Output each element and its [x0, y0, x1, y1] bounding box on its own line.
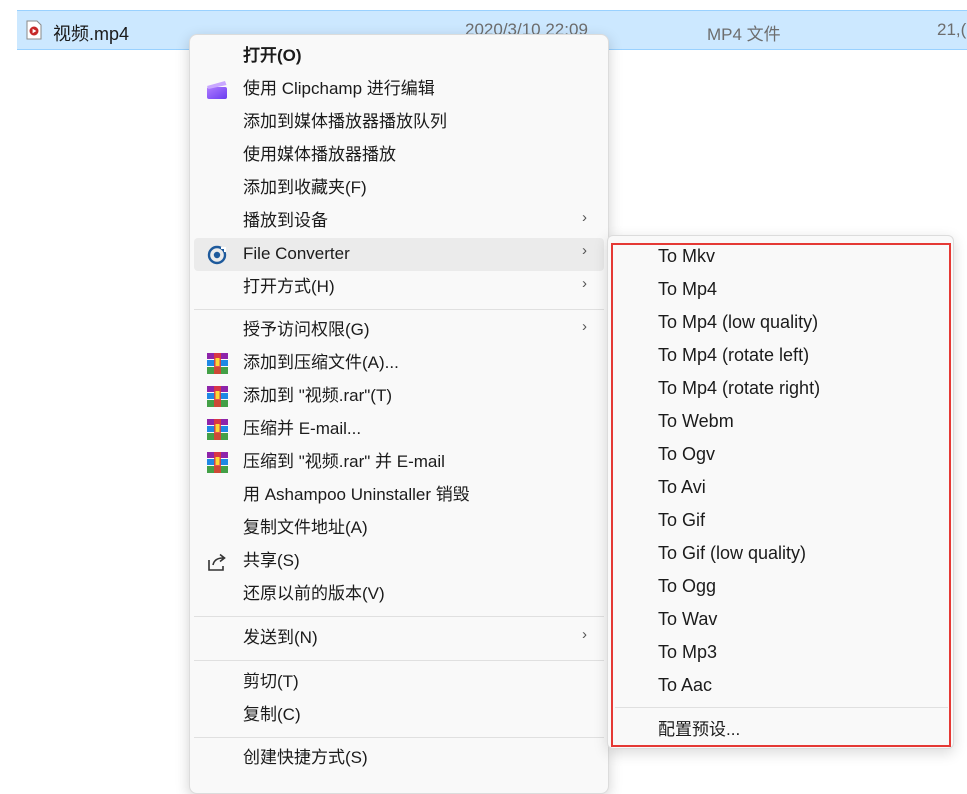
menu-item-label: 授予访问权限(G) [243, 320, 370, 339]
menu-item-add-to-play-queue[interactable]: 添加到媒体播放器播放队列 [194, 106, 604, 139]
file-name: 视频.mp4 [53, 24, 130, 44]
chevron-right-icon: › [582, 275, 587, 292]
chevron-right-icon: › [582, 242, 587, 259]
menu-item-label: 用 Ashampoo Uninstaller 销毁 [243, 485, 470, 504]
menu-item-label: 发送到(N) [243, 628, 318, 647]
menu-item-create-shortcut[interactable]: 创建快捷方式(S) [194, 742, 604, 775]
menu-item-label: 剪切(T) [243, 672, 299, 691]
menu-item-label: 压缩并 E-mail... [243, 419, 362, 438]
file-type: MP4 文件 [707, 25, 781, 44]
winrar-icon [207, 419, 228, 440]
menu-item-label: 打开方式(H) [243, 277, 335, 296]
context-menu: 打开(O) 使用 Clipchamp 进行编辑 添加到媒体播放器播放队列 使用媒… [189, 34, 609, 794]
menu-item-label: 压缩到 "视频.rar" 并 E-mail [243, 452, 445, 471]
menu-item-grant-access[interactable]: 授予访问权限(G) › [194, 314, 604, 347]
menu-item-play-media-player[interactable]: 使用媒体播放器播放 [194, 139, 604, 172]
menu-item-copy[interactable]: 复制(C) [194, 699, 604, 732]
menu-item-add-to-rar[interactable]: 添加到 "视频.rar"(T) [194, 380, 604, 413]
winrar-icon [207, 386, 228, 407]
clipchamp-icon [207, 81, 227, 99]
chevron-right-icon: › [582, 209, 587, 226]
menu-item-label: 添加到 "视频.rar"(T) [243, 386, 392, 405]
menu-separator [194, 616, 604, 617]
menu-item-label: File Converter [243, 244, 350, 263]
menu-item-label: 添加到媒体播放器播放队列 [243, 112, 447, 131]
video-file-icon [26, 20, 42, 40]
menu-item-cut[interactable]: 剪切(T) [194, 666, 604, 699]
menu-item-label: 还原以前的版本(V) [243, 584, 385, 603]
menu-separator [194, 660, 604, 661]
menu-item-ashampoo-destroy[interactable]: 用 Ashampoo Uninstaller 销毁 [194, 479, 604, 512]
menu-item-label: 使用 Clipchamp 进行编辑 [243, 79, 435, 98]
menu-separator [194, 309, 604, 310]
share-icon [208, 553, 226, 571]
menu-item-compress-email[interactable]: 压缩并 E-mail... [194, 413, 604, 446]
menu-item-label: 复制(C) [243, 705, 301, 724]
file-converter-icon [207, 245, 227, 265]
menu-item-label: 使用媒体播放器播放 [243, 145, 396, 164]
menu-item-send-to[interactable]: 发送到(N) › [194, 622, 604, 655]
menu-item-label: 打开(O) [243, 46, 302, 65]
menu-item-label: 添加到收藏夹(F) [243, 178, 367, 197]
file-size: 21,( [937, 20, 967, 39]
menu-item-label: 创建快捷方式(S) [243, 748, 368, 767]
menu-item-share[interactable]: 共享(S) [194, 545, 604, 578]
menu-item-label: 复制文件地址(A) [243, 518, 368, 537]
menu-item-file-converter[interactable]: File Converter › [194, 238, 604, 271]
menu-separator [194, 737, 604, 738]
menu-item-label: 添加到压缩文件(A)... [243, 353, 399, 372]
menu-item-restore-previous[interactable]: 还原以前的版本(V) [194, 578, 604, 611]
winrar-icon [207, 452, 228, 473]
menu-item-add-to-favorites[interactable]: 添加到收藏夹(F) [194, 172, 604, 205]
menu-item-clipchamp[interactable]: 使用 Clipchamp 进行编辑 [194, 73, 604, 106]
menu-item-open[interactable]: 打开(O) [194, 40, 604, 73]
chevron-right-icon: › [582, 626, 587, 643]
menu-item-copy-path[interactable]: 复制文件地址(A) [194, 512, 604, 545]
menu-item-compress-rar-email[interactable]: 压缩到 "视频.rar" 并 E-mail [194, 446, 604, 479]
winrar-icon [207, 353, 228, 374]
menu-item-cast-to-device[interactable]: 播放到设备 › [194, 205, 604, 238]
menu-item-label: 播放到设备 [243, 211, 328, 230]
menu-item-add-to-archive[interactable]: 添加到压缩文件(A)... [194, 347, 604, 380]
chevron-right-icon: › [582, 318, 587, 335]
menu-item-open-with[interactable]: 打开方式(H) › [194, 271, 604, 304]
annotation-highlight-box [611, 243, 951, 747]
menu-item-label: 共享(S) [243, 551, 300, 570]
